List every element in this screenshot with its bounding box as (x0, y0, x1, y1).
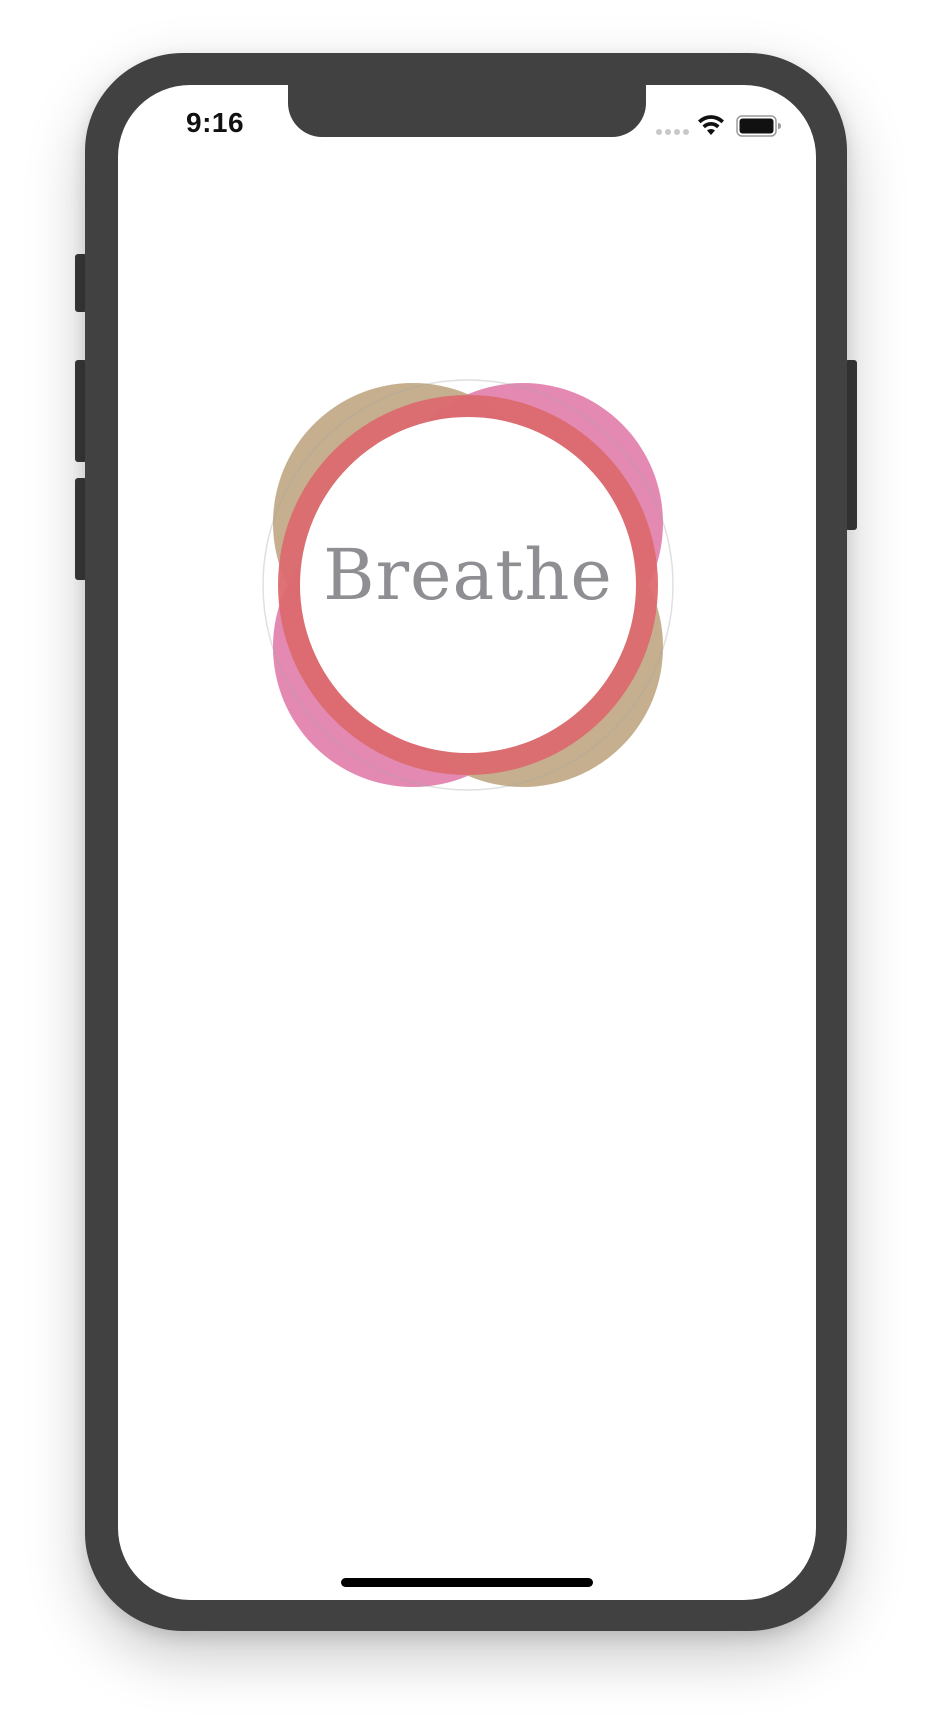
phone-screen: 9:16 Breathe (118, 85, 816, 1600)
cellular-dots-icon (656, 129, 690, 135)
battery-full-icon (736, 115, 781, 137)
breathe-title: Breathe (323, 534, 613, 616)
status-time: 9:16 (186, 107, 245, 138)
home-indicator[interactable] (341, 1578, 593, 1587)
device-stage: 9:16 Breathe (0, 0, 934, 1718)
notch (288, 85, 646, 137)
wifi-icon (698, 115, 724, 135)
